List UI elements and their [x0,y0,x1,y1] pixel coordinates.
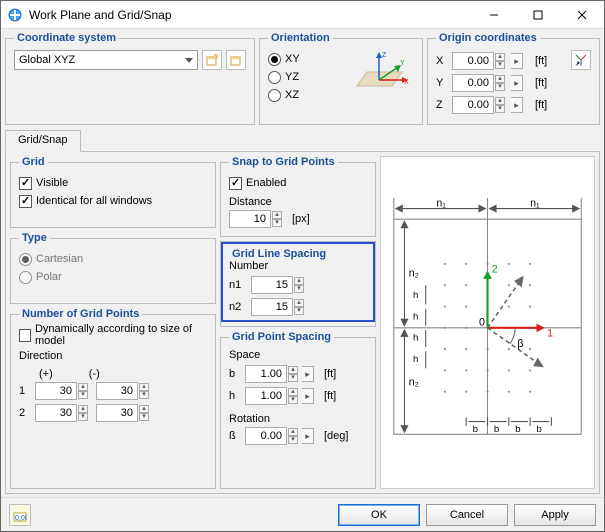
svg-text:b: b [494,424,499,435]
unit-arrow-icon[interactable]: ▸ [302,366,314,382]
svg-text:b: b [473,424,478,435]
snap-distance-spinner[interactable]: ▴▾ [229,210,282,228]
origin-group: Origin coordinates X ▴▾ ▸[ft] Y ▴▾ ▸[ft]… [427,32,600,125]
snap-distance-label: Distance [229,196,367,208]
unit-arrow-icon[interactable]: ▸ [302,428,314,444]
type-polar[interactable]: Polar [19,268,207,286]
orientation-group: Orientation XY YZ XZ Z X Y [259,32,423,125]
svg-text:n₂: n₂ [409,376,419,388]
snap-enabled-check[interactable]: Enabled [229,174,367,192]
number-label: Number [229,260,367,272]
dir1-pos-spinner[interactable]: ▴▾ [35,382,88,400]
space-label: Space [229,349,367,361]
svg-text:0,00: 0,00 [15,515,27,522]
type-cartesian[interactable]: Cartesian [19,250,207,268]
rotation-spinner[interactable]: ▴▾ [245,427,298,445]
svg-text:h: h [413,290,418,301]
ok-button[interactable]: OK [338,504,420,526]
n1-spinner[interactable]: ▴▾ [251,276,304,294]
grid-preview: n₁ n₁ n₂ n₂ [380,156,595,489]
checkbox-icon [19,177,32,190]
copy-coord-button[interactable] [226,50,246,70]
svg-text:b: b [515,424,520,435]
radio-icon [19,253,32,266]
svg-text:h: h [413,333,418,344]
cancel-button[interactable]: Cancel [426,504,508,526]
origin-x-label: X [436,55,446,67]
checkbox-icon [19,329,31,342]
svg-text:n₁: n₁ [530,197,540,209]
window-title: Work Plane and Grid/Snap [29,8,472,22]
minimize-button[interactable] [472,1,516,28]
origin-x-spinner[interactable]: ▴▾ [452,52,505,70]
grid-identical-check[interactable]: Identical for all windows [19,192,207,210]
radio-icon [268,71,281,84]
svg-text:1: 1 [547,327,553,339]
checkbox-icon [229,177,242,190]
radio-icon [268,89,281,102]
space-b-spinner[interactable]: ▴▾ [245,365,298,383]
orientation-legend: Orientation [268,32,333,44]
unit-arrow-icon[interactable]: ▸ [511,75,523,91]
svg-text:n₂: n₂ [409,268,419,280]
svg-text:h: h [413,311,418,322]
space-h-spinner[interactable]: ▴▾ [245,387,298,405]
checkbox-icon [19,195,32,208]
dialog-window: Work Plane and Grid/Snap Coordinate syst… [0,0,605,532]
origin-y-label: Y [436,77,446,89]
dir1-neg-spinner[interactable]: ▴▾ [96,382,149,400]
button-bar: 0,00 OK Cancel Apply [1,497,604,531]
svg-text:b: b [536,424,541,435]
line-spacing-group: Grid Line Spacing Number n1 ▴▾ n2 ▴▾ [220,241,376,327]
apply-button[interactable]: Apply [514,504,596,526]
svg-text:0: 0 [479,317,485,329]
coord-system-combo[interactable]: Global XYZ [14,50,198,70]
unit-arrow-icon[interactable]: ▸ [511,97,523,113]
dir2-pos-spinner[interactable]: ▴▾ [35,404,88,422]
svg-text:2: 2 [492,263,498,275]
dir2-neg-spinner[interactable]: ▴▾ [96,404,149,422]
origin-z-spinner[interactable]: ▴▾ [452,96,505,114]
origin-y-spinner[interactable]: ▴▾ [452,74,505,92]
new-coord-button[interactable] [202,50,222,70]
origin-legend: Origin coordinates [436,32,540,44]
grid-visible-check[interactable]: Visible [19,174,207,192]
help-button[interactable]: 0,00 [9,504,31,526]
close-button[interactable] [560,1,604,28]
dynamic-size-check[interactable]: Dynamically according to size of model [19,326,207,344]
unit-arrow-icon[interactable]: ▸ [511,53,523,69]
coord-legend: Coordinate system [14,32,119,44]
n2-spinner[interactable]: ▴▾ [251,298,304,316]
grid-group: Grid Visible Identical for all windows [10,156,216,228]
svg-text:n₁: n₁ [436,197,446,209]
svg-text:X: X [404,79,409,86]
pick-origin-button[interactable] [571,50,591,70]
svg-text:Y: Y [400,60,405,67]
app-icon [7,7,23,23]
point-spacing-group: Grid Point Spacing Space b ▴▾ ▸[ft] h ▴▾… [220,331,376,489]
orientation-preview-icon: Z X Y [352,50,412,100]
titlebar: Work Plane and Grid/Snap [1,1,604,29]
num-points-group: Number of Grid Points Dynamically accord… [10,308,216,489]
rotation-label: Rotation [229,413,367,425]
unit-arrow-icon[interactable]: ▸ [302,388,314,404]
radio-icon [19,271,32,284]
direction-label: Direction [19,350,207,362]
snap-group: Snap to Grid Points Enabled Distance ▴▾ … [220,156,376,237]
svg-text:h: h [413,354,418,365]
radio-icon [268,53,281,66]
type-group: Type Cartesian Polar [10,232,216,304]
svg-text:Z: Z [382,52,387,59]
origin-z-label: Z [436,99,446,111]
maximize-button[interactable] [516,1,560,28]
svg-text:β: β [517,338,523,350]
coordinate-system-group: Coordinate system Global XYZ [5,32,255,125]
tab-gridsnap[interactable]: Grid/Snap [5,130,81,152]
